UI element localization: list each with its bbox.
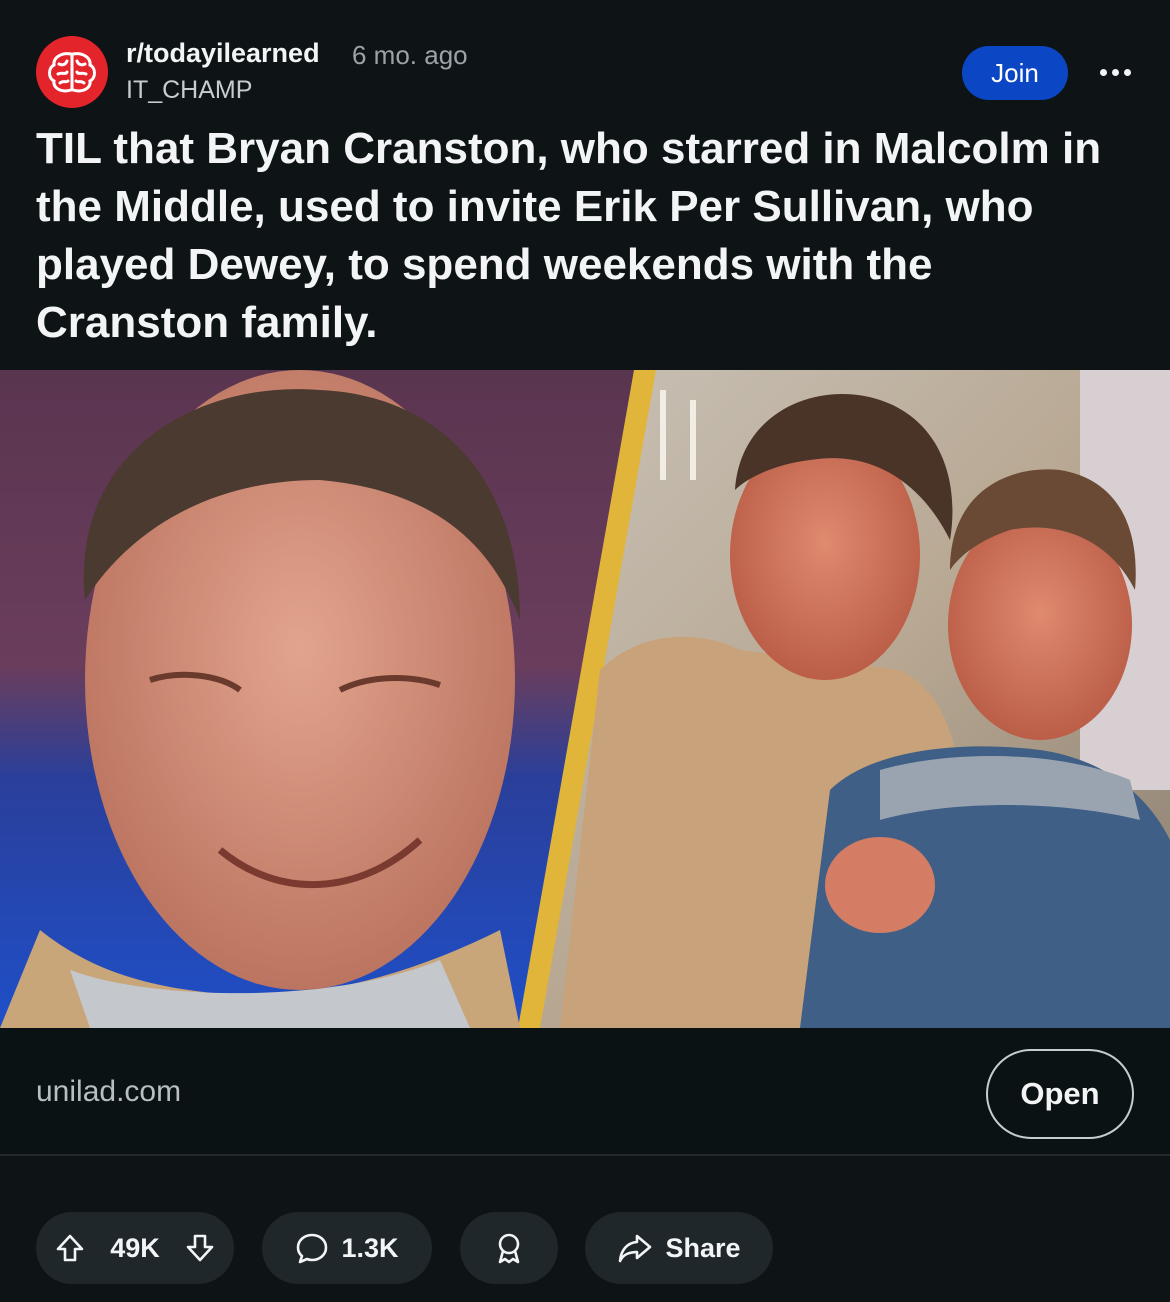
award-button[interactable]: [460, 1212, 558, 1284]
post-header: r/todayilearned 6 mo. ago IT_CHAMP Join: [0, 0, 1170, 120]
subreddit-avatar[interactable]: [36, 36, 108, 108]
upvote-icon[interactable]: [54, 1232, 86, 1264]
comment-icon: [295, 1231, 329, 1265]
post-image-graphic: [0, 370, 1170, 1028]
share-label: Share: [665, 1232, 741, 1263]
share-icon: [617, 1232, 653, 1264]
post-image[interactable]: [0, 370, 1170, 1028]
join-button[interactable]: Join: [962, 46, 1068, 100]
brain-icon: [48, 52, 96, 93]
post-time: 6 mo. ago: [352, 40, 468, 70]
more-icon[interactable]: [1090, 52, 1140, 92]
downvote-icon[interactable]: [184, 1232, 216, 1264]
open-link-button[interactable]: Open: [986, 1049, 1134, 1139]
post-title[interactable]: TIL that Bryan Cranston, who starred in …: [36, 120, 1136, 352]
link-domain[interactable]: unilad.com: [36, 1075, 181, 1109]
vote-control: 49K: [36, 1212, 234, 1284]
award-icon: [492, 1231, 526, 1265]
author-name[interactable]: IT_CHAMP: [126, 76, 252, 105]
subreddit-name[interactable]: r/todayilearned: [126, 38, 320, 69]
comments-button[interactable]: 1.3K: [262, 1212, 432, 1284]
comment-count: 1.3K: [341, 1232, 399, 1263]
share-button[interactable]: Share: [585, 1212, 773, 1284]
vote-count: 49K: [110, 1232, 160, 1263]
